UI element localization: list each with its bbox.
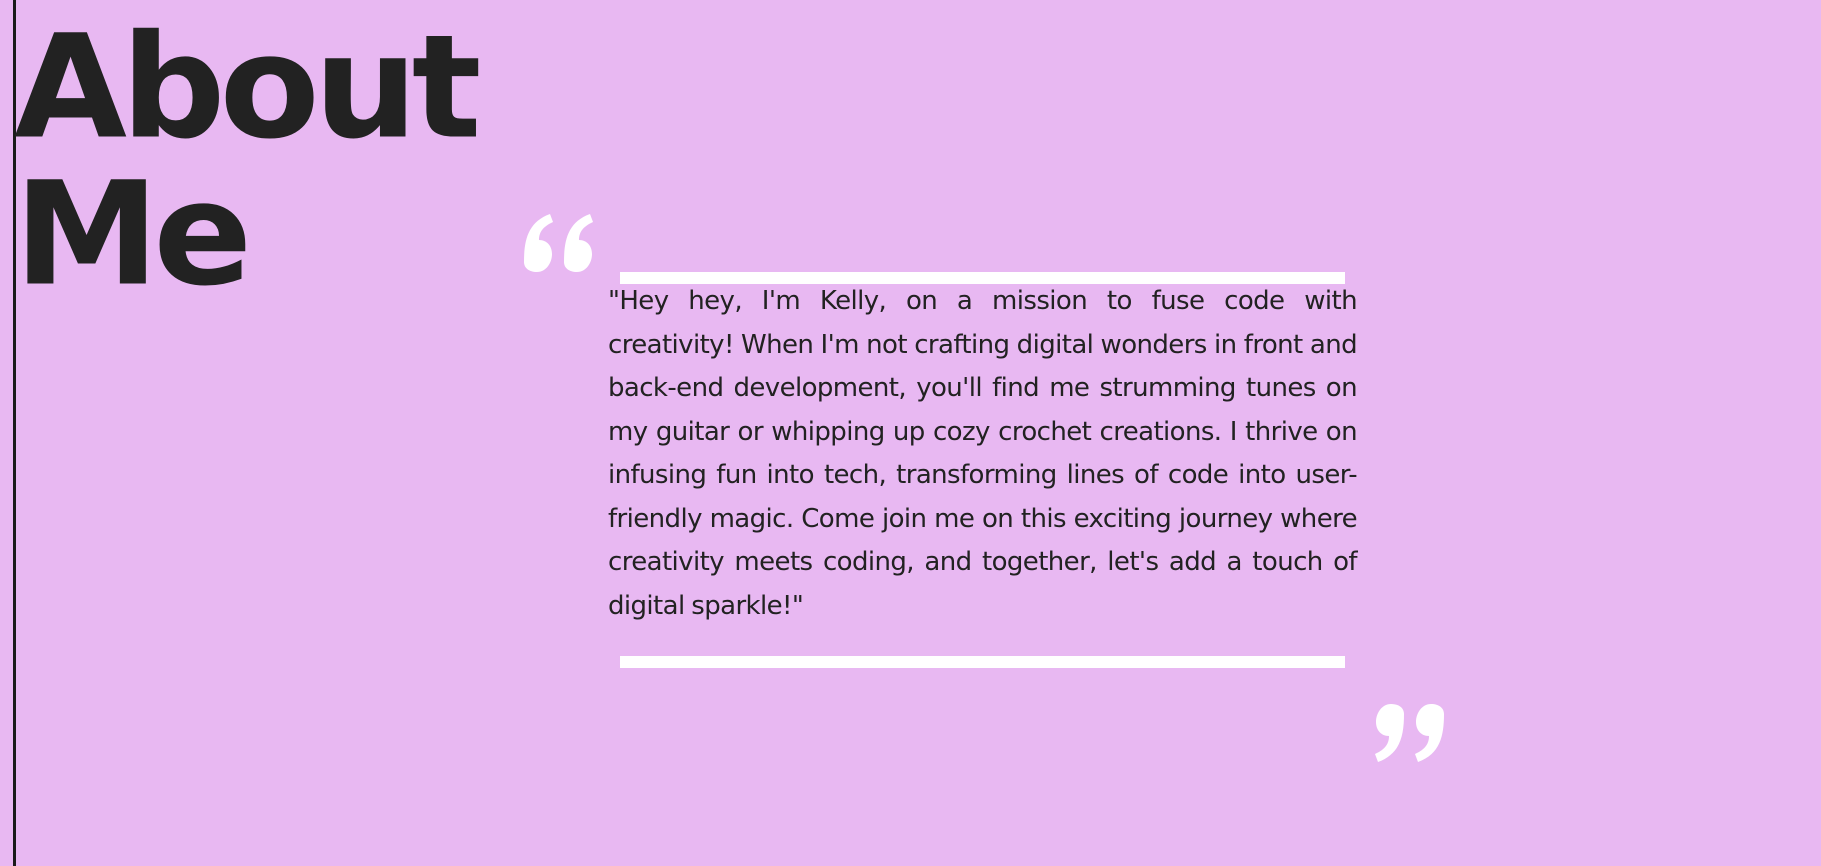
page-title-line-2: Me [14,151,252,318]
about-me-text: "Hey hey, I'm Kelly, on a mission to fus… [608,286,1358,621]
quote-bottom-rule [620,656,1345,668]
closing-quote-icon [1375,704,1444,762]
page-title: About Me [14,4,482,318]
opening-quote-icon [524,214,593,272]
page-title-line-1: About [14,4,482,171]
